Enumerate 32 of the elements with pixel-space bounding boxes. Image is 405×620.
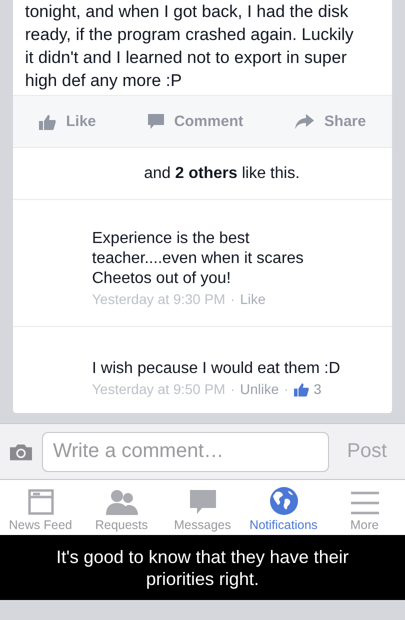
speech-bubble-icon (148, 114, 164, 130)
comment-time: Yesterday at 9:50 PM (92, 380, 226, 399)
separator-dot: · (284, 380, 289, 399)
caption-text: It's good to know that they have their priorities right. (55, 546, 350, 590)
share-arrow-icon (295, 114, 314, 129)
post-text: tonight, and when I got back, I had the disk ready, if the program crashed again. Luckily it didn't and I learned not to export in super high def any more :P (24, 1, 355, 92)
likes-summary: and 2 others like this. (144, 164, 300, 182)
comment-time: Yesterday at 9:30 PM (92, 290, 226, 309)
like-button[interactable]: Like (39, 109, 96, 134)
comment-field[interactable]: Write a comment… (42, 432, 329, 472)
thumbs-up-icon (39, 114, 56, 130)
menu-icon (350, 491, 378, 515)
unlike-link[interactable]: Unlike (240, 379, 279, 399)
speech-bubble-icon (190, 489, 216, 515)
tab[interactable]: More (324, 480, 405, 535)
separator-dot: · (230, 380, 236, 399)
comment-text: I wish pecause I would eat them :D (92, 359, 342, 379)
thumbs-up-icon (294, 382, 309, 396)
people-icon (106, 489, 138, 515)
tab[interactable]: Notifications (243, 480, 324, 535)
separator-dot: · (230, 290, 236, 309)
like-count: 3 (314, 380, 322, 399)
globe-icon (270, 487, 298, 515)
tab[interactable]: News Feed (0, 480, 81, 535)
tab[interactable]: Requests (81, 480, 162, 535)
like-link[interactable]: Like (240, 289, 266, 309)
post-button[interactable]: Post (338, 436, 395, 467)
news-feed-icon (28, 489, 54, 515)
share-button[interactable]: Share (295, 109, 366, 134)
comment-button[interactable]: Comment (148, 109, 244, 134)
tab[interactable]: Messages (162, 480, 243, 535)
comment-text: Experience is the best teacher....even when it scares Cheetos out of you! (92, 229, 305, 289)
